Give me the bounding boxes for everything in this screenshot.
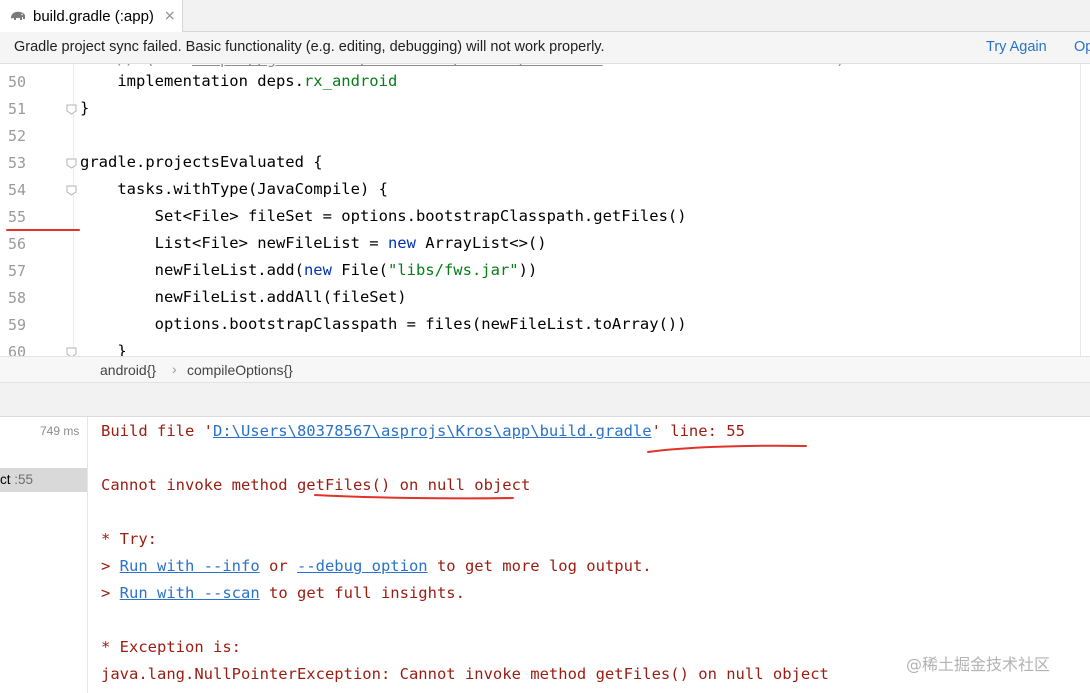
breadcrumb: android{} › compileOptions{} — [0, 356, 1090, 383]
code-line: newFileList.addAll(fileSet) — [80, 288, 407, 306]
build-tree-row-selected[interactable]: ct :55 — [0, 468, 87, 492]
code-line: gradle.projectsEvaluated { — [80, 153, 323, 171]
banner-message: Gradle project sync failed. Basic functi… — [14, 39, 605, 55]
annotation-line-55 — [6, 229, 80, 231]
code-line: Set<File> fileSet = options.bootstrapCla… — [80, 207, 687, 225]
tab-label: build.gradle (:app) — [33, 7, 154, 25]
breadcrumb-separator: › — [172, 361, 177, 377]
annotation-underline-getfiles — [314, 494, 514, 500]
code-line: } — [80, 342, 127, 356]
output-build-file: Build file 'D:\Users\80378567\asprojs\Kr… — [101, 422, 745, 440]
line-number: 50 — [8, 73, 27, 91]
try-again-link[interactable]: Try Again — [986, 39, 1047, 55]
output-exception-line: java.lang.NullPointerException: Cannot i… — [101, 665, 829, 683]
gradle-elephant-icon — [11, 11, 25, 20]
sync-failed-banner: Gradle project sync failed. Basic functi… — [0, 32, 1090, 64]
build-file-link[interactable]: D:\Users\80378567\asprojs\Kros\app\build… — [213, 422, 652, 440]
line-number-gutter: 50 51 52 53 54 55 56 57 58 59 60 — [0, 64, 77, 356]
annotation-underline-line-55 — [647, 444, 807, 453]
line-number: 60 — [8, 343, 27, 356]
build-tree-row-label: ct :55 — [0, 472, 34, 487]
output-try-info: > Run with --info or --debug option to g… — [101, 557, 652, 575]
fold-marker-icon[interactable] — [66, 347, 77, 356]
line-number: 58 — [8, 289, 27, 307]
breadcrumb-android[interactable]: android{} — [100, 362, 156, 378]
code-line: newFileList.add(new File("libs/fws.jar")… — [80, 261, 538, 279]
build-tool-window-header — [0, 383, 1090, 417]
line-number: 52 — [8, 127, 27, 145]
code-editor[interactable]: 50 51 52 53 54 55 56 57 58 59 60 implementation de… — [0, 64, 1080, 356]
debug-option-link[interactable]: --debug option — [297, 557, 428, 575]
code-line-partial: // (see https://github.com/ReactiveX/RxJ… — [80, 64, 845, 68]
output-error-message: Cannot invoke method getFiles() on null … — [101, 476, 531, 494]
build-time: 749 ms — [40, 424, 80, 438]
fold-marker-icon[interactable] — [66, 158, 77, 169]
line-number: 57 — [8, 262, 27, 280]
code-line: options.bootstrapClasspath = files(newFi… — [80, 315, 687, 333]
line-number: 56 — [8, 235, 27, 253]
breadcrumb-compile-options[interactable]: compileOptions{} — [187, 362, 293, 378]
close-icon[interactable]: × — [164, 8, 176, 24]
code-line: implementation deps.rx_android — [80, 72, 398, 90]
code-line: tasks.withType(JavaCompile) { — [80, 180, 388, 198]
tab-build-gradle[interactable]: build.gradle (:app) × — [0, 0, 183, 32]
editor-scrollbar[interactable] — [1080, 64, 1090, 356]
run-with-scan-link[interactable]: Run with --scan — [120, 584, 260, 602]
code-line: } — [80, 99, 90, 117]
output-try-scan: > Run with --scan to get full insights. — [101, 584, 465, 602]
code-line: List<File> newFileList = new ArrayList<>… — [80, 234, 547, 252]
line-number: 55 — [8, 208, 27, 226]
watermark: @稀土掘金技术社区 — [906, 655, 1051, 674]
editor-tab-bar: build.gradle (:app) × — [0, 0, 1090, 32]
line-number: 53 — [8, 154, 27, 172]
run-with-info-link[interactable]: Run with --info — [120, 557, 260, 575]
output-try-header: * Try: — [101, 530, 157, 548]
output-exception-header: * Exception is: — [101, 638, 241, 656]
fold-marker-icon[interactable] — [66, 104, 77, 115]
line-number: 54 — [8, 181, 27, 199]
open-link[interactable]: Op — [1074, 39, 1090, 55]
line-number: 51 — [8, 100, 27, 118]
build-tree: 749 ms ct :55 — [0, 417, 88, 693]
fold-marker-icon[interactable] — [66, 185, 77, 196]
line-number: 59 — [8, 316, 27, 334]
